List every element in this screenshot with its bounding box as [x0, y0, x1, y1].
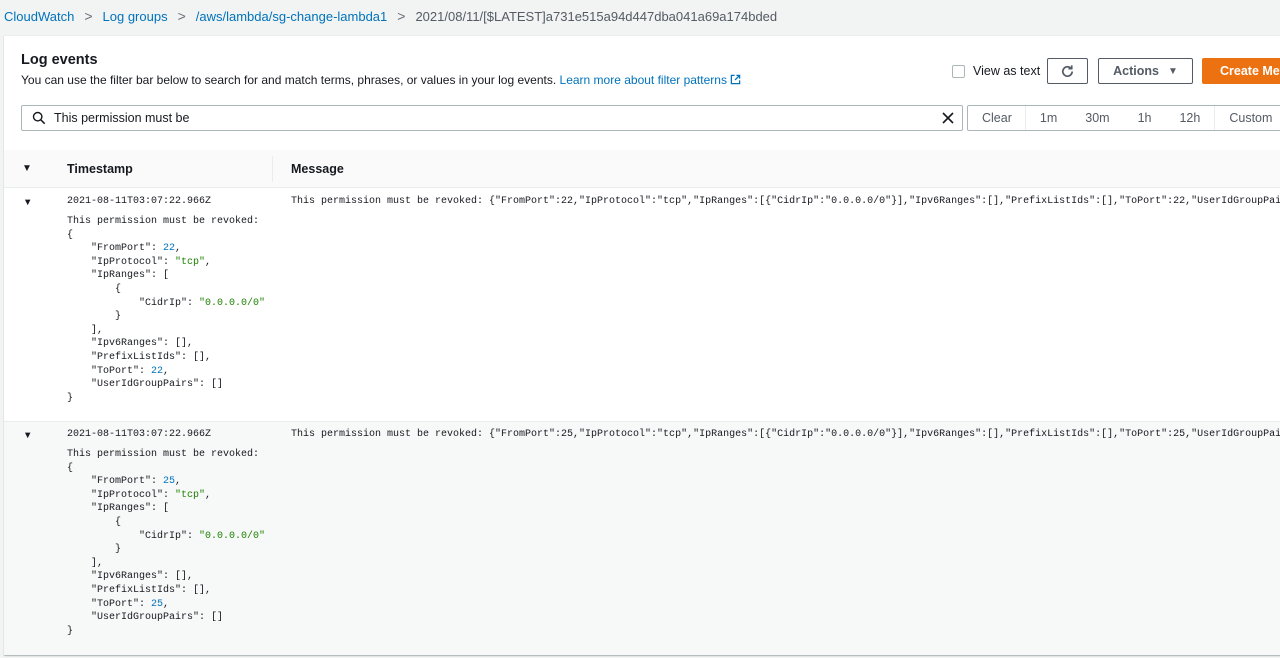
actions-button[interactable]: Actions ▼ — [1098, 58, 1193, 84]
time-range-1h[interactable]: 1h — [1124, 106, 1166, 130]
page-title: Log events — [21, 52, 98, 68]
event-message: This permission must be revoked: {"FromP… — [291, 196, 1280, 207]
panel-header: Log events You can use the filter bar be… — [21, 52, 741, 89]
column-message: Message — [291, 162, 344, 176]
expand-all-icon[interactable]: ▼ — [22, 163, 32, 174]
learn-more-link[interactable]: Learn more about filter patterns — [560, 73, 741, 87]
collapse-row-icon[interactable]: ▼ — [23, 197, 32, 208]
breadcrumb-log-group[interactable]: /aws/lambda/sg-change-lambda1 — [196, 9, 388, 24]
time-range-1m[interactable]: 1m — [1026, 106, 1071, 130]
learn-more-label: Learn more about filter patterns — [559, 73, 727, 87]
breadcrumb-log-groups[interactable]: Log groups — [103, 9, 168, 24]
event-timestamp: 2021-08-11T03:07:22.966Z — [67, 196, 212, 207]
log-event-row[interactable]: ▼ 2021-08-11T03:07:22.966Z This permissi… — [4, 422, 1280, 655]
collapse-row-icon[interactable]: ▼ — [23, 430, 32, 441]
cidr-value: "0.0.0.0/0" — [199, 297, 266, 309]
clear-filter-icon[interactable] — [941, 111, 955, 125]
breadcrumb-separator: > — [397, 8, 406, 24]
view-as-text-label: View as text — [973, 64, 1041, 78]
protocol-value: "tcp" — [175, 489, 206, 501]
log-event-row[interactable]: ▼ 2021-08-11T03:07:22.966Z This permissi… — [4, 189, 1280, 422]
from-port-value: 25 — [163, 476, 176, 488]
to-port-value: 22 — [151, 365, 164, 377]
event-detail: This permission must be revoked: { "From… — [67, 449, 266, 637]
cidr-value: "0.0.0.0/0" — [199, 530, 266, 542]
time-range-clear[interactable]: Clear — [968, 106, 1026, 130]
actions-label: Actions — [1113, 64, 1159, 78]
description-text: You can use the filter bar below to sear… — [21, 73, 557, 87]
caret-down-icon: ▼ — [1167, 65, 1178, 77]
filter-input[interactable] — [54, 111, 941, 125]
log-events-panel: Log events You can use the filter bar be… — [4, 35, 1280, 655]
external-link-icon — [730, 74, 741, 85]
panel-description: You can use the filter bar below to sear… — [21, 73, 741, 87]
detail-title: This permission must be revoked: — [67, 449, 260, 460]
column-divider[interactable] — [272, 156, 273, 182]
event-message: This permission must be revoked: {"FromP… — [291, 429, 1280, 440]
event-timestamp: 2021-08-11T03:07:22.966Z — [67, 429, 212, 440]
create-metric-filter-button[interactable]: Create Metric filter — [1202, 58, 1280, 84]
column-timestamp: Timestamp — [67, 162, 133, 176]
breadcrumb-log-stream: 2021/08/11/[$LATEST]a731e515a94d447dba04… — [415, 8, 778, 24]
time-range-12h[interactable]: 12h — [1165, 106, 1214, 130]
view-as-text-checkbox[interactable] — [952, 64, 965, 78]
breadcrumb-cloudwatch[interactable]: CloudWatch — [4, 9, 74, 24]
to-port-value: 25 — [151, 598, 164, 610]
time-range-30m[interactable]: 30m — [1071, 106, 1123, 130]
time-range-selector: Clear 1m 30m 1h 12h Custom — [967, 105, 1280, 131]
refresh-icon — [1062, 64, 1074, 77]
protocol-value: "tcp" — [175, 256, 206, 268]
create-metric-filter-label: Create Metric filter — [1220, 64, 1280, 78]
event-detail: This permission must be revoked: { "From… — [67, 216, 266, 404]
from-port-value: 22 — [163, 243, 176, 255]
breadcrumb-separator: > — [177, 8, 186, 24]
detail-title: This permission must be revoked: — [67, 216, 260, 227]
time-range-custom[interactable]: Custom — [1214, 106, 1280, 130]
table-header: ▼ Timestamp Message — [4, 150, 1280, 188]
filter-bar — [21, 105, 963, 131]
breadcrumb-separator: > — [84, 8, 93, 24]
refresh-button[interactable] — [1047, 58, 1088, 84]
breadcrumb: CloudWatch > Log groups > /aws/lambda/sg… — [0, 0, 1280, 32]
view-as-text-toggle[interactable]: View as text — [952, 64, 1040, 78]
search-icon — [32, 111, 46, 125]
